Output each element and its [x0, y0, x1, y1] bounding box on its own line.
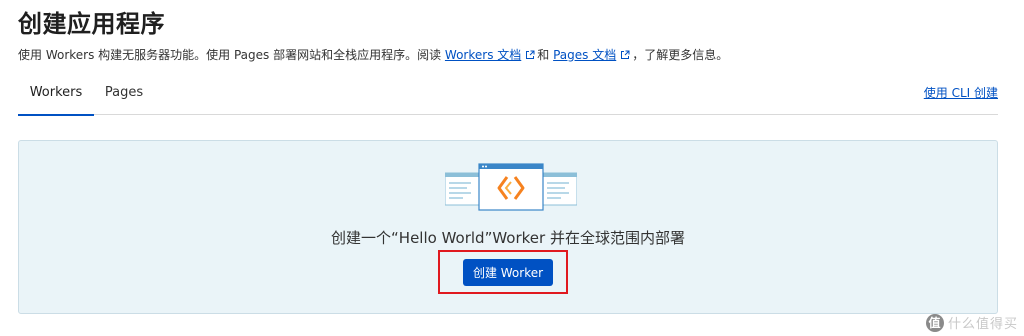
create-worker-button[interactable]: 创建 Worker — [463, 259, 553, 286]
create-application-page: 创建应用程序 使用 Workers 构建无服务器功能。使用 Pages 部署网站… — [0, 0, 1024, 336]
watermark-logo-icon: 值 — [925, 313, 944, 332]
description-suffix: ，了解更多信息。 — [632, 48, 729, 62]
tab-workers[interactable]: Workers — [18, 78, 94, 116]
tab-bar: Workers Pages 使用 CLI 创建 — [18, 78, 998, 116]
description-between: 和 — [537, 48, 550, 62]
watermark: 值 什么值得买 — [925, 313, 1018, 332]
tab-pages[interactable]: Pages — [104, 78, 144, 114]
hello-world-tagline: 创建一个“Hello World”Worker 并在全球范围内部署 — [331, 229, 685, 247]
create-with-cli-link[interactable]: 使用 CLI 创建 — [924, 78, 998, 108]
workers-illustration-icon — [445, 163, 577, 211]
external-link-icon — [621, 50, 630, 59]
page-title: 创建应用程序 — [18, 10, 165, 38]
watermark-text: 什么值得买 — [947, 317, 1018, 332]
pages-docs-link[interactable]: Pages 文档 — [553, 48, 616, 62]
page-description: 使用 Workers 构建无服务器功能。使用 Pages 部署网站和全栈应用程序… — [18, 46, 728, 63]
external-link-icon — [526, 50, 535, 59]
description-prefix: 使用 Workers 构建无服务器功能。使用 Pages 部署网站和全栈应用程序… — [18, 48, 442, 62]
workers-docs-link[interactable]: Workers 文档 — [445, 48, 521, 62]
